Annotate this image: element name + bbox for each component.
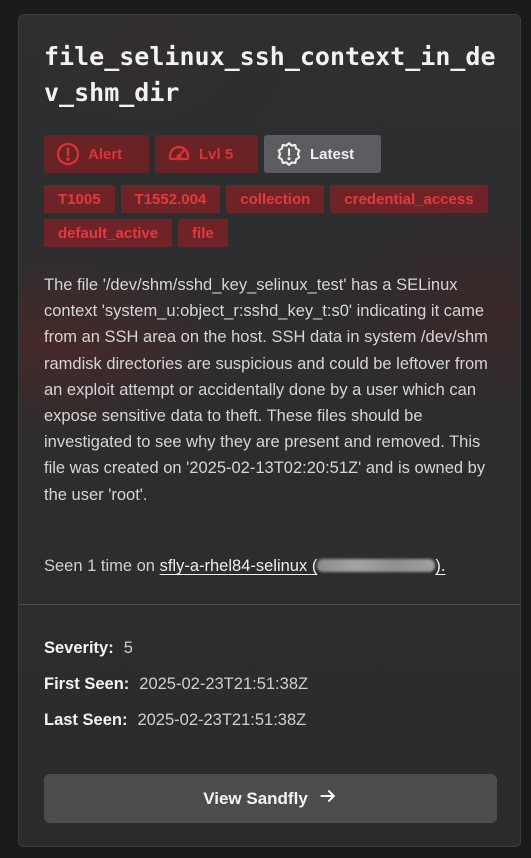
level-chip: Lvl 5 — [155, 135, 258, 173]
tag-default-active: default_active — [44, 219, 173, 247]
close-paren: ). — [435, 557, 446, 575]
seen-summary: Seen 1 time on sfly-a-rhel84-selinux (). — [44, 553, 514, 579]
view-sandfly-button[interactable]: View Sandfly — [44, 774, 497, 823]
alert-circle-icon — [56, 142, 80, 166]
badge-alert-icon — [276, 141, 302, 167]
latest-chip: Latest — [264, 135, 381, 173]
severity-row: Severity: 5 — [44, 637, 133, 659]
view-sandfly-label: View Sandfly — [203, 788, 308, 808]
level-chip-label: Lvl 5 — [199, 145, 234, 163]
first-seen-value: 2025-02-23T21:51:38Z — [139, 675, 309, 693]
host-link[interactable]: sfly-a-rhel84-selinux (). — [160, 557, 446, 575]
severity-label: Severity: — [44, 639, 114, 657]
severity-value: 5 — [123, 639, 133, 657]
first-seen-row: First Seen: 2025-02-23T21:51:38Z — [44, 673, 308, 695]
alert-chip-label: Alert — [88, 145, 123, 163]
tag-t1005: T1005 — [44, 185, 115, 213]
alert-card: file_selinux_ssh_context_in_dev_shm_dir … — [18, 14, 521, 847]
gauge-icon — [167, 142, 191, 166]
latest-chip-label: Latest — [310, 145, 355, 163]
tag-file: file — [178, 219, 228, 247]
arrow-right-icon — [318, 786, 338, 811]
redacted-ip — [317, 559, 436, 572]
host-name: sfly-a-rhel84-selinux — [159, 557, 308, 575]
tag-list: T1005 T1552.004 collection credential_ac… — [44, 185, 514, 247]
alert-chip: Alert — [44, 135, 149, 173]
section-divider — [19, 604, 520, 605]
sandfly-title: file_selinux_ssh_context_in_dev_shm_dir — [44, 42, 496, 107]
tag-collection: collection — [226, 185, 325, 213]
tag-credential-access: credential_access — [330, 185, 488, 213]
last-seen-row: Last Seen: 2025-02-23T21:51:38Z — [44, 709, 306, 731]
alert-description: The file '/dev/shm/sshd_key_selinux_test… — [44, 276, 488, 504]
seen-prefix: Seen 1 time on — [44, 557, 155, 575]
tag-t1552-004: T1552.004 — [120, 185, 221, 213]
last-seen-value: 2025-02-23T21:51:38Z — [137, 711, 307, 729]
first-seen-label: First Seen: — [44, 675, 130, 693]
status-chips: Alert Lvl 5 Latest — [44, 135, 381, 173]
last-seen-label: Last Seen: — [44, 711, 128, 729]
